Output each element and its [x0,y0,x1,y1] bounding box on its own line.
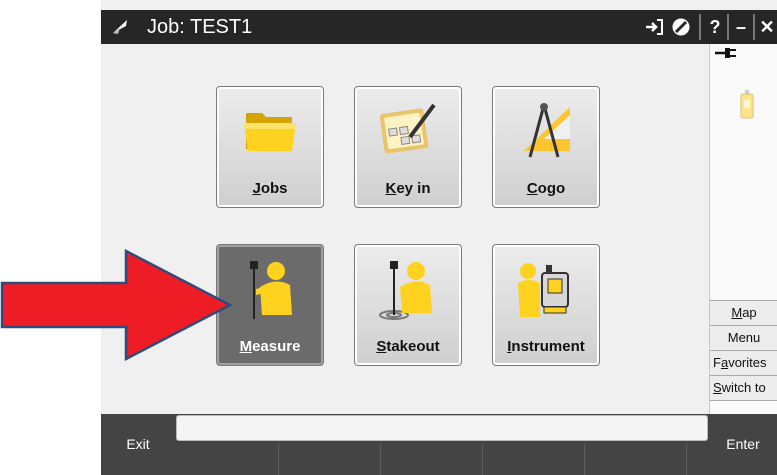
total-station-icon [518,263,569,317]
help-button[interactable]: ? [705,14,725,40]
softkey-separator [584,444,585,475]
key-in-label: Key in [385,180,431,197]
receiver-status-icon[interactable] [739,88,755,122]
title-bar: Job: TEST1 ? – ✕ [101,10,777,44]
title-separator [699,14,701,40]
trimble-access-window: Job: TEST1 ? – ✕ Jobs Key in Cogo Measur… [101,0,777,475]
softkey-separator [380,444,381,475]
instrument-tile[interactable]: Instrument [492,244,600,366]
exit-button[interactable]: Exit [101,414,175,475]
stakeout-surveyor-icon [379,261,432,320]
login-icon[interactable] [644,18,664,36]
compass-triangle-icon [524,103,570,158]
title-separator [727,14,729,40]
title-separator [753,14,755,40]
window-title: Job: TEST1 [147,16,253,38]
map-button[interactable]: Map [710,300,777,325]
status-field [176,415,708,441]
favorites-button[interactable]: Favorites [710,350,777,375]
softkey-separator [482,444,483,475]
softkey-separator [278,444,279,475]
measure-label: Measure [239,338,301,355]
minimize-button[interactable]: – [731,14,751,40]
keypad-pen-icon [379,103,436,154]
side-panel: Map Menu Favorites Switch to [709,44,777,414]
jobs-tile[interactable]: Jobs [216,86,324,208]
red-arrow-annotation [0,249,232,361]
softkey-separator [686,444,687,475]
instrument-label: Instrument [507,338,585,355]
cogo-label: Cogo [526,180,566,197]
surveyor-gps-icon [250,261,292,319]
switch-to-button[interactable]: Switch to [710,375,777,401]
menu-button[interactable]: Menu [710,325,777,350]
measure-tile[interactable]: Measure [216,244,324,366]
jobs-label: Jobs [252,180,288,197]
key-in-tile[interactable]: Key in [354,86,462,208]
folder-icon [244,113,296,151]
stakeout-label: Stakeout [376,338,440,355]
cogo-tile[interactable]: Cogo [492,86,600,208]
bottom-bar: Exit Enter [101,414,777,475]
enter-button[interactable]: Enter [709,414,777,475]
trimble-logo-icon[interactable] [109,16,131,38]
power-plug-icon [715,48,736,58]
close-button[interactable]: ✕ [757,14,777,40]
stakeout-tile[interactable]: Stakeout [354,244,462,366]
no-connection-icon[interactable] [671,17,691,37]
